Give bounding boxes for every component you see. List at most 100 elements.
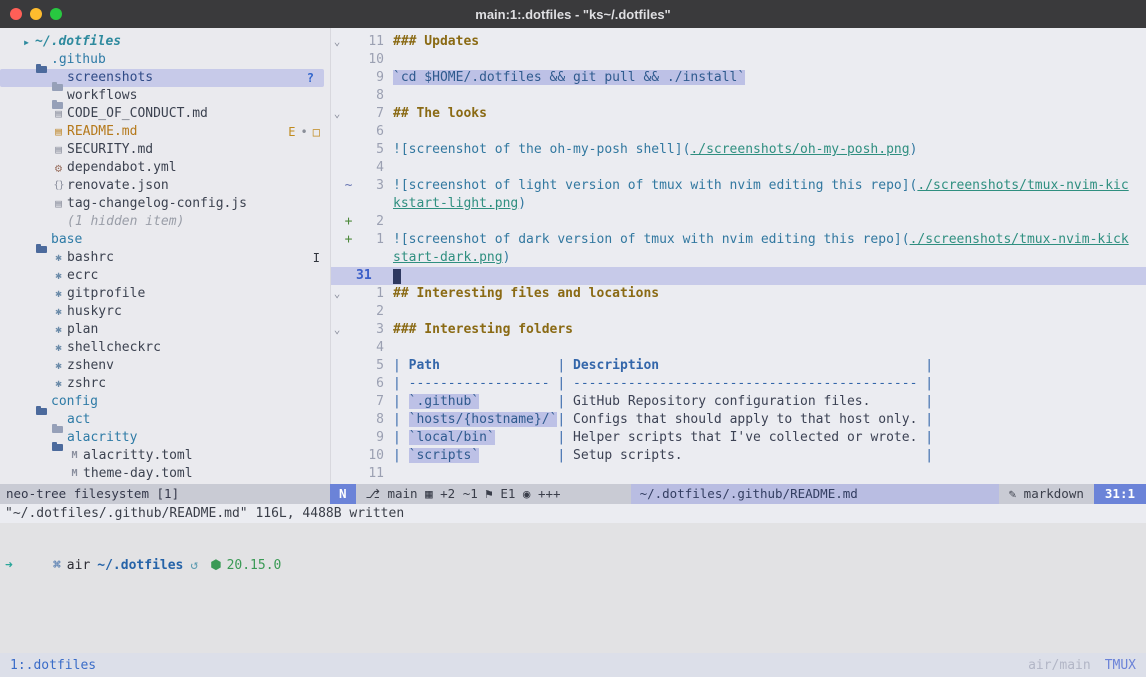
editor-line[interactable]: 11 (331, 465, 1146, 483)
line-number: 10 (354, 447, 384, 465)
tree-item-security-md[interactable]: ▤SECURITY.md (0, 141, 330, 159)
tree-item-bashrc[interactable]: ✱bashrcI (0, 249, 330, 267)
fold-marker-icon (331, 249, 343, 267)
tree-item-huskyrc[interactable]: ✱huskyrc (0, 303, 330, 321)
terminal-window: main:1:.dotfiles - "ks~/.dotfiles" ▸~/.d… (0, 0, 1146, 677)
editor-line[interactable]: 8 (331, 87, 1146, 105)
editor-line[interactable]: ⌄3### Interesting folders (331, 321, 1146, 339)
tree-item-renovate-json[interactable]: {}renovate.json (0, 177, 330, 195)
editor-line[interactable]: 10 (331, 51, 1146, 69)
tree-item-config[interactable]: config (0, 393, 330, 411)
editor-line[interactable]: +2 (331, 213, 1146, 231)
fold-marker-icon[interactable]: ⌄ (331, 321, 343, 339)
fold-marker-icon (331, 267, 343, 285)
nvim-panes: ▸~/.dotfiles.githubscreenshots?workflows… (0, 28, 1146, 484)
apple-icon: ⌘ (53, 558, 61, 573)
editor-line[interactable]: 9`cd $HOME/.dotfiles && git pull && ./in… (331, 69, 1146, 87)
tmux-window-tab[interactable]: 1:.dotfiles (10, 658, 96, 673)
tree-item-workflows[interactable]: workflows (0, 87, 330, 105)
line-number: 2 (354, 213, 384, 231)
tree-item-label: huskyrc (67, 303, 122, 321)
editor-line[interactable]: 5| Path | Description | (331, 357, 1146, 375)
editor-line[interactable]: kstart-light.png) (331, 195, 1146, 213)
zoom-button[interactable] (50, 8, 62, 20)
tree-item-zshrc[interactable]: ✱zshrc (0, 375, 330, 393)
tree-item-github[interactable]: .github (0, 51, 330, 69)
tree-item-act[interactable]: act (0, 411, 330, 429)
editor-line[interactable]: start-dark.png) (331, 249, 1146, 267)
tree-item-shellcheckrc[interactable]: ✱shellcheckrc (0, 339, 330, 357)
asterisk-icon: ✱ (50, 267, 67, 285)
editor-line[interactable]: ⌄11### Updates (331, 33, 1146, 51)
filetype-label: markdown (1024, 486, 1084, 501)
tree-item-label: .github (51, 51, 106, 69)
line-text: ![screenshot of the oh-my-posh shell](./… (384, 141, 917, 159)
tree-item-alacritty-toml[interactable]: Malacritty.toml (0, 447, 330, 465)
tree-item-label: theme-day.toml (83, 465, 193, 483)
line-number: 8 (354, 411, 384, 429)
editor-line[interactable]: 10| `scripts` | Setup scripts. | (331, 447, 1146, 465)
tree-item-screenshots[interactable]: screenshots? (0, 69, 324, 87)
tree-item-gitprofile[interactable]: ✱gitprofile (0, 285, 330, 303)
line-text: ### Interesting folders (384, 321, 573, 339)
statusline-file-path: ~/.dotfiles/.github/README.md (631, 484, 999, 504)
editor-line[interactable]: 7| `.github` | GitHub Repository configu… (331, 393, 1146, 411)
tree-item-readme-md[interactable]: ▤README.mdE•□ (0, 123, 330, 141)
tree-item-plan[interactable]: ✱plan (0, 321, 330, 339)
tree-item-zshenv[interactable]: ✱zshenv (0, 357, 330, 375)
editor-line[interactable]: 6 (331, 123, 1146, 141)
tree-item-label: zshrc (67, 375, 106, 393)
editor-line[interactable]: 5![screenshot of the oh-my-posh shell](.… (331, 141, 1146, 159)
fold-marker-icon[interactable]: ⌄ (331, 33, 343, 51)
editor-line[interactable]: 2 (331, 303, 1146, 321)
neo-tree-panel[interactable]: ▸~/.dotfiles.githubscreenshots?workflows… (0, 28, 330, 484)
git-sign (343, 123, 354, 141)
fold-marker-icon (331, 357, 343, 375)
tree-item-dependabot-yml[interactable]: ⚙dependabot.yml (0, 159, 330, 177)
statusline: neo-tree filesystem [1] N ⎇ main ▦ +2 ~1… (0, 484, 1146, 504)
editor-line[interactable]: 4 (331, 339, 1146, 357)
tree-item-label: workflows (67, 87, 137, 105)
fold-marker-icon[interactable]: ⌄ (331, 105, 343, 123)
file-icon: ▤ (50, 141, 67, 159)
editor-line[interactable]: ⌄7## The looks (331, 105, 1146, 123)
line-text (384, 213, 393, 231)
close-button[interactable] (10, 8, 22, 20)
line-text: ### Updates (384, 33, 479, 51)
fold-marker-icon (331, 411, 343, 429)
editor-line[interactable]: 8| `hosts/{hostname}/`| Configs that sho… (331, 411, 1146, 429)
fold-marker-icon (331, 429, 343, 447)
editor-line[interactable]: 6| ------------------ | ----------------… (331, 375, 1146, 393)
editor-line[interactable]: ~3![screenshot of light version of tmux … (331, 177, 1146, 195)
tree-item-theme-day-toml[interactable]: Mtheme-day.toml (0, 465, 330, 483)
editor-line[interactable]: +1![screenshot of dark version of tmux w… (331, 231, 1146, 249)
fold-marker-icon (331, 51, 343, 69)
line-text: kstart-light.png) (384, 195, 526, 213)
tree-item-ecrc[interactable]: ✱ecrc (0, 267, 330, 285)
shell-pane[interactable]: ⌘air~/.dotfiles↺⬢20.15.0 ➜ (0, 523, 1146, 653)
tree-item-label: SECURITY.md (67, 141, 153, 159)
minimize-button[interactable] (30, 8, 42, 20)
tree-item-code-of-conduct-md[interactable]: ▤CODE_OF_CONDUCT.md (0, 105, 330, 123)
tree-item-label: zshenv (67, 357, 114, 375)
tree-item-base[interactable]: base (0, 231, 330, 249)
fold-marker-icon[interactable]: ⌄ (331, 285, 343, 303)
line-text (384, 159, 393, 177)
line-text (384, 51, 393, 69)
tree-item-tag-changelog-config-js[interactable]: ▤tag-changelog-config.js (0, 195, 330, 213)
editor-line[interactable]: 31 (331, 267, 1146, 285)
line-text (384, 465, 393, 483)
tree-item-alacritty[interactable]: alacritty (0, 429, 330, 447)
tree-item-label: dependabot.yml (67, 159, 177, 177)
cursor-block (393, 269, 401, 284)
editor-line[interactable]: ⌄1## Interesting files and locations (331, 285, 1146, 303)
tree-item-1-hidden-item[interactable]: (1 hidden item) (0, 213, 330, 231)
editor-line[interactable]: 9| `local/bin` | Helper scripts that I'v… (331, 429, 1146, 447)
asterisk-icon: ✱ (50, 249, 67, 267)
editor-panel[interactable]: ⌄11### Updates109`cd $HOME/.dotfiles && … (330, 28, 1146, 484)
mode-indicator: N (330, 484, 356, 504)
editor-line[interactable]: 4 (331, 159, 1146, 177)
tree-item-dotfiles[interactable]: ▸~/.dotfiles (0, 33, 330, 51)
tree-item-label: ecrc (67, 267, 98, 285)
file-icon: ▤ (50, 195, 67, 213)
